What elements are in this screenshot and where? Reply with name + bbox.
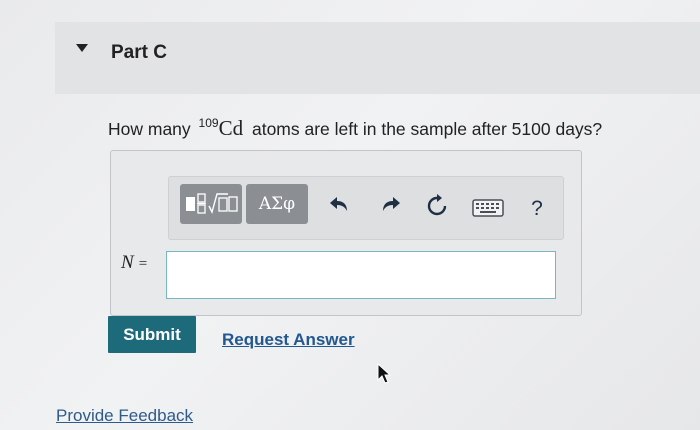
variable-symbol: N xyxy=(121,252,134,273)
question-prefix: How many xyxy=(108,119,191,139)
equals-sign: = xyxy=(138,256,148,272)
answer-variable-label: N = xyxy=(121,252,147,274)
answer-input[interactable] xyxy=(166,251,556,299)
redo-icon[interactable] xyxy=(380,194,402,214)
collapse-triangle-icon[interactable] xyxy=(76,44,88,52)
templates-icon xyxy=(186,193,238,214)
submit-button[interactable]: Submit xyxy=(108,316,196,353)
reset-icon[interactable] xyxy=(425,194,449,218)
greek-symbols-button[interactable]: ΑΣφ xyxy=(246,184,308,224)
help-icon[interactable]: ? xyxy=(526,196,548,222)
request-answer-link[interactable]: Request Answer xyxy=(222,330,355,350)
undo-icon[interactable] xyxy=(328,194,350,214)
part-title: Part C xyxy=(111,42,167,63)
templates-button[interactable] xyxy=(180,184,242,224)
mass-number: 109 xyxy=(198,116,219,130)
question-suffix: atoms are left in the sample after 5100 … xyxy=(251,119,603,139)
mouse-cursor-icon xyxy=(377,363,392,384)
keyboard-icon[interactable] xyxy=(472,199,504,217)
provide-feedback-link[interactable]: Provide Feedback xyxy=(56,406,193,426)
question-text: How many 109Cd atoms are left in the sam… xyxy=(108,116,602,141)
element-symbol: Cd xyxy=(218,116,244,140)
